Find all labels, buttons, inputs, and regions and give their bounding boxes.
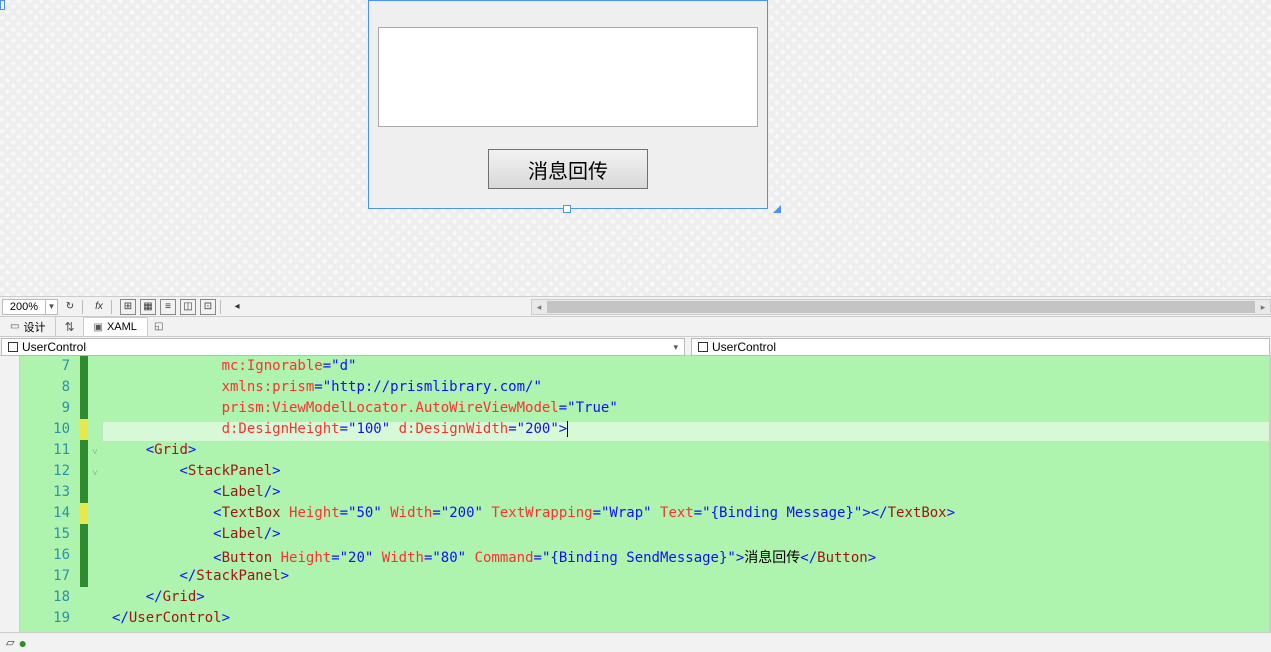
line-number-gutter: 7 8 9 10 11 12 13 14 15 16 17 18 19 [20, 356, 80, 632]
resize-handle-corner[interactable] [773, 205, 781, 213]
resize-handle-right[interactable] [0, 0, 5, 10]
code-line[interactable]: <Label/> [102, 526, 1271, 547]
breadcrumb-left[interactable]: UserControl ▾ [1, 338, 685, 356]
status-bar: ▱ ● [0, 632, 1271, 652]
fold-margin[interactable]: ˅ ˅ [88, 356, 102, 632]
code-line[interactable]: <Label/> [102, 484, 1271, 505]
fold-toggle-icon[interactable]: ˅ [88, 442, 102, 463]
separator [220, 300, 221, 314]
separator [82, 300, 83, 314]
code-line[interactable]: prism:ViewModelLocator.AutoWireViewModel… [102, 400, 1271, 421]
design-tab-glyph-icon: ▭ [10, 321, 19, 332]
zoom-dropdown-arrow[interactable]: ▼ [46, 299, 58, 315]
line-number: 14 [20, 505, 80, 526]
designer-toolbar: 200% ▼ ↻ fx ⊞ ▦ ≡ ◫ ⊡ ◂ ◂ ▸ [0, 296, 1271, 316]
swap-panes-button[interactable]: ⇅ [56, 320, 82, 334]
line-number: 18 [20, 589, 80, 610]
designer-surface[interactable]: 消息回传 [0, 0, 1271, 296]
design-button[interactable]: 消息回传 [488, 149, 648, 189]
grid-lines-icon[interactable]: ▦ [140, 299, 156, 315]
fold-toggle-icon[interactable]: ˅ [88, 463, 102, 484]
design-textbox[interactable] [378, 27, 758, 127]
tab-design[interactable]: ▭ 设计 [0, 317, 56, 336]
grid-snap-icon[interactable]: ⊞ [120, 299, 136, 315]
tab-xaml-label: XAML [107, 321, 137, 333]
line-number: 11 [20, 442, 80, 463]
align-icon[interactable]: ◫ [180, 299, 196, 315]
line-number: 12 [20, 463, 80, 484]
breadcrumb-left-dropdown-icon[interactable]: ▾ [673, 342, 678, 353]
code-body[interactable]: mc:Ignorable="d" xmlns:prism="http://pri… [102, 356, 1271, 632]
code-line[interactable]: <Grid> [102, 442, 1271, 463]
line-number: 9 [20, 400, 80, 421]
usercontrol-selection-frame[interactable]: 消息回传 [368, 0, 768, 209]
fx-icon[interactable]: fx [91, 299, 107, 315]
tab-design-label: 设计 [23, 319, 45, 335]
code-line[interactable]: xmlns:prism="http://prismlibrary.com/" [102, 379, 1271, 400]
refresh-icon[interactable]: ↻ [62, 299, 78, 315]
snap-lines-icon[interactable]: ≡ [160, 299, 176, 315]
design-button-label: 消息回传 [528, 155, 608, 184]
line-number: 19 [20, 610, 80, 631]
hscroll-left-arrow[interactable]: ◂ [532, 300, 546, 314]
code-line[interactable]: <Button Height="20" Width="80" Command="… [102, 547, 1271, 568]
outline-margin [0, 356, 20, 632]
line-number: 15 [20, 526, 80, 547]
change-marker-margin [80, 356, 88, 632]
usercontrol-glyph-icon [8, 342, 18, 352]
line-number: 13 [20, 484, 80, 505]
scroll-left-icon[interactable]: ◂ [229, 299, 245, 315]
status-dot-icon: ● [18, 635, 26, 651]
status-left-marker: ▱ [6, 636, 14, 649]
popout-icon[interactable]: ◱ [154, 321, 163, 332]
code-line[interactable]: </UserControl> [102, 610, 1271, 631]
hscroll-thumb[interactable] [547, 301, 1255, 313]
resize-handle-bottom[interactable] [563, 205, 571, 213]
line-number: 16 [20, 547, 80, 568]
pane-tab-row: ▭ 设计 ⇅ ▣ XAML ◱ [0, 316, 1271, 336]
breadcrumb-left-label: UserControl [22, 340, 86, 354]
line-number: 17 [20, 568, 80, 589]
code-line[interactable]: <StackPanel> [102, 463, 1271, 484]
tab-xaml[interactable]: ▣ XAML [83, 317, 148, 336]
code-line[interactable]: <TextBox Height="50" Width="200" TextWra… [102, 505, 1271, 526]
breadcrumb-right-label: UserControl [712, 340, 776, 354]
breadcrumb-right[interactable]: UserControl [691, 338, 1270, 356]
breadcrumb-row: UserControl ▾ UserControl [0, 336, 1271, 356]
line-number: 7 [20, 358, 80, 379]
toggle-icon[interactable]: ⊡ [200, 299, 216, 315]
separator [111, 300, 112, 314]
line-number: 10 [20, 421, 80, 442]
xaml-editor[interactable]: 7 8 9 10 11 12 13 14 15 16 17 18 19 ˅ ˅ [0, 356, 1271, 632]
zoom-value: 200% [10, 301, 38, 313]
text-caret [567, 421, 568, 437]
code-line[interactable]: mc:Ignorable="d" [102, 358, 1271, 379]
horizontal-scrollbar[interactable]: ◂ ▸ [531, 299, 1271, 315]
zoom-combo[interactable]: 200% [2, 299, 46, 315]
hscroll-right-arrow[interactable]: ▸ [1256, 300, 1270, 314]
code-line[interactable]: </Grid> [102, 589, 1271, 610]
xaml-tab-glyph-icon: ▣ [94, 322, 103, 333]
code-line-current[interactable]: d:DesignHeight="100" d:DesignWidth="200"… [102, 421, 1271, 442]
code-line[interactable]: </StackPanel> [102, 568, 1271, 589]
line-number: 8 [20, 379, 80, 400]
usercontrol-glyph-icon [698, 342, 708, 352]
